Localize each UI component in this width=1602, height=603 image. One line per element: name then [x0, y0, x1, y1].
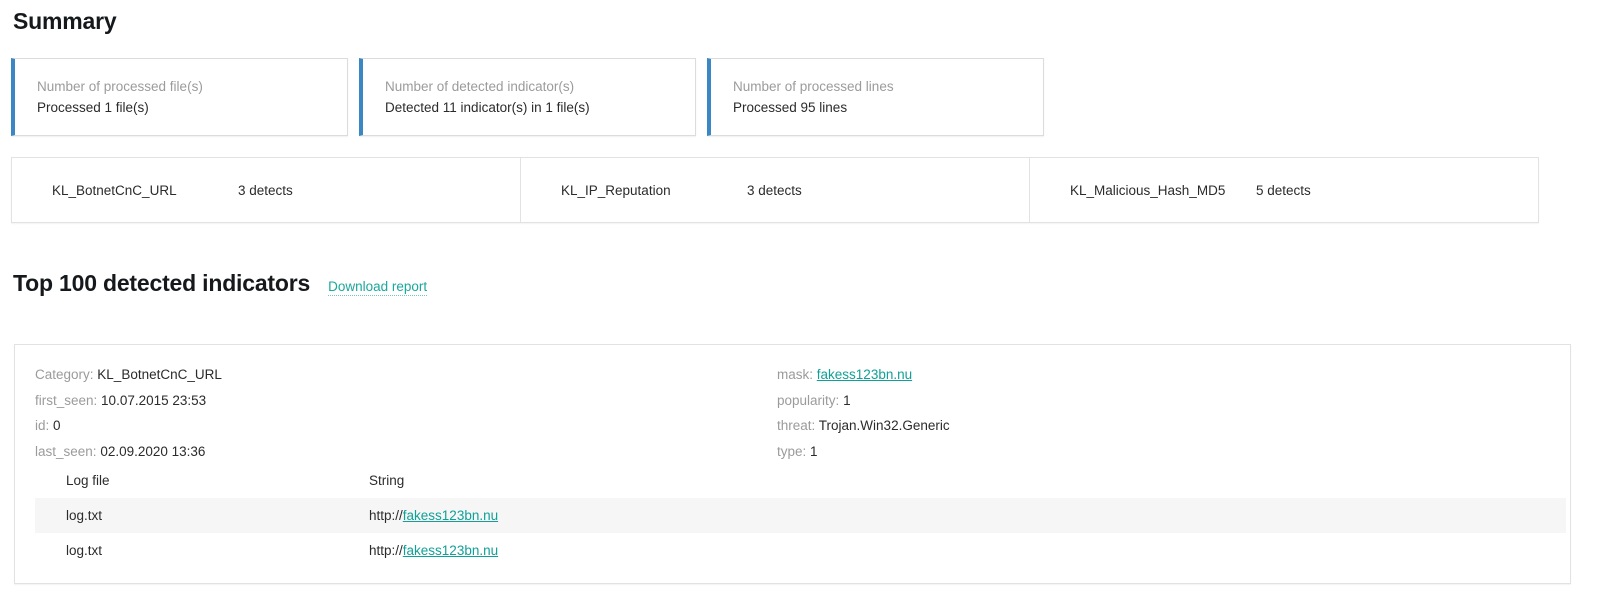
- table-row[interactable]: log.txt http://fakess123bn.nu: [35, 533, 1566, 568]
- string-prefix: http://: [369, 508, 403, 523]
- detect-category-count: 5 detects: [1256, 182, 1311, 198]
- string-link[interactable]: fakess123bn.nu: [403, 543, 498, 558]
- meta-row-type: type: 1: [777, 439, 950, 465]
- summary-card-processed-lines: Number of processed lines Processed 95 l…: [707, 58, 1044, 136]
- page-title: Summary: [13, 8, 117, 34]
- download-report-link[interactable]: Download report: [328, 279, 428, 296]
- meta-value: 10.07.2015 23:53: [101, 392, 207, 408]
- detect-categories-strip: KL_BotnetCnC_URL 3 detects KL_IP_Reputat…: [11, 157, 1539, 223]
- indicator-meta-column-left: Category: KL_BotnetCnC_URL first_seen: 1…: [35, 362, 222, 464]
- meta-row-id: id: 0: [35, 413, 222, 439]
- detect-category-name: KL_IP_Reputation: [561, 182, 671, 198]
- detect-category-count: 3 detects: [747, 182, 802, 198]
- meta-value: Trojan.Win32.Generic: [818, 418, 950, 434]
- string-link[interactable]: fakess123bn.nu: [403, 508, 498, 523]
- summary-card-value: Processed 95 lines: [733, 100, 848, 115]
- meta-value: KL_BotnetCnC_URL: [97, 367, 222, 382]
- detect-category-cell[interactable]: KL_Malicious_Hash_MD5 5 detects: [1030, 158, 1538, 222]
- string-prefix: http://: [369, 543, 403, 558]
- meta-value: 02.09.2020 13:36: [100, 443, 206, 459]
- meta-row-mask: mask: fakess123bn.nu: [777, 362, 950, 388]
- summary-card-label: Number of processed lines: [733, 79, 894, 94]
- meta-key: first_seen:: [35, 392, 98, 408]
- table-header-row: Log file String: [35, 463, 1566, 498]
- summary-card-label: Number of detected indicator(s): [385, 79, 575, 94]
- detect-category-name: KL_Malicious_Hash_MD5: [1070, 182, 1226, 198]
- meta-value: 1: [843, 392, 851, 408]
- meta-row-popularity: popularity: 1: [777, 388, 950, 414]
- meta-key: id:: [35, 418, 50, 434]
- cell-log-file: log.txt: [66, 543, 103, 558]
- summary-cards: Number of processed file(s) Processed 1 …: [11, 58, 1591, 138]
- mask-link[interactable]: fakess123bn.nu: [817, 367, 912, 382]
- meta-key: threat:: [777, 418, 816, 434]
- detect-category-count: 3 detects: [238, 182, 293, 198]
- summary-card-label: Number of processed file(s): [37, 79, 203, 94]
- summary-card-value: Processed 1 file(s): [37, 100, 149, 115]
- summary-card-detected-indicators: Number of detected indicator(s) Detected…: [359, 58, 696, 136]
- table-row[interactable]: log.txt http://fakess123bn.nu: [35, 498, 1566, 533]
- meta-value: 1: [810, 443, 818, 459]
- indicator-detail-panel: Category: KL_BotnetCnC_URL first_seen: 1…: [14, 344, 1571, 584]
- detect-category-name: KL_BotnetCnC_URL: [52, 182, 177, 198]
- indicators-section-header: Top 100 detected indicators Download rep…: [13, 270, 428, 297]
- detect-category-cell[interactable]: KL_BotnetCnC_URL 3 detects: [12, 158, 521, 222]
- meta-value: 0: [53, 418, 61, 434]
- meta-row-threat: threat: Trojan.Win32.Generic: [777, 413, 950, 439]
- column-header-log-file: Log file: [66, 473, 110, 488]
- indicator-meta-column-right: mask: fakess123bn.nu popularity: 1 threa…: [777, 362, 950, 464]
- cell-string: http://fakess123bn.nu: [369, 508, 1566, 523]
- detect-category-cell[interactable]: KL_IP_Reputation 3 detects: [521, 158, 1030, 222]
- summary-card-processed-files: Number of processed file(s) Processed 1 …: [11, 58, 348, 136]
- summary-card-value: Detected 11 indicator(s) in 1 file(s): [385, 100, 590, 115]
- section-title: Top 100 detected indicators: [13, 270, 311, 296]
- occurrences-table: Log file String log.txt http://fakess123…: [35, 463, 1566, 568]
- cell-string: http://fakess123bn.nu: [369, 543, 1566, 558]
- column-header-string: String: [369, 473, 405, 488]
- meta-row-first-seen: first_seen: 10.07.2015 23:53: [35, 388, 222, 414]
- meta-key: Category:: [35, 367, 94, 382]
- meta-row-last-seen: last_seen: 02.09.2020 13:36: [35, 439, 222, 465]
- meta-key: last_seen:: [35, 443, 97, 459]
- meta-value: fakess123bn.nu: [817, 367, 912, 382]
- meta-key: popularity:: [777, 392, 840, 408]
- cell-log-file: log.txt: [66, 508, 103, 523]
- meta-row-category: Category: KL_BotnetCnC_URL: [35, 362, 222, 388]
- meta-key: mask:: [777, 367, 814, 382]
- meta-key: type:: [777, 443, 807, 459]
